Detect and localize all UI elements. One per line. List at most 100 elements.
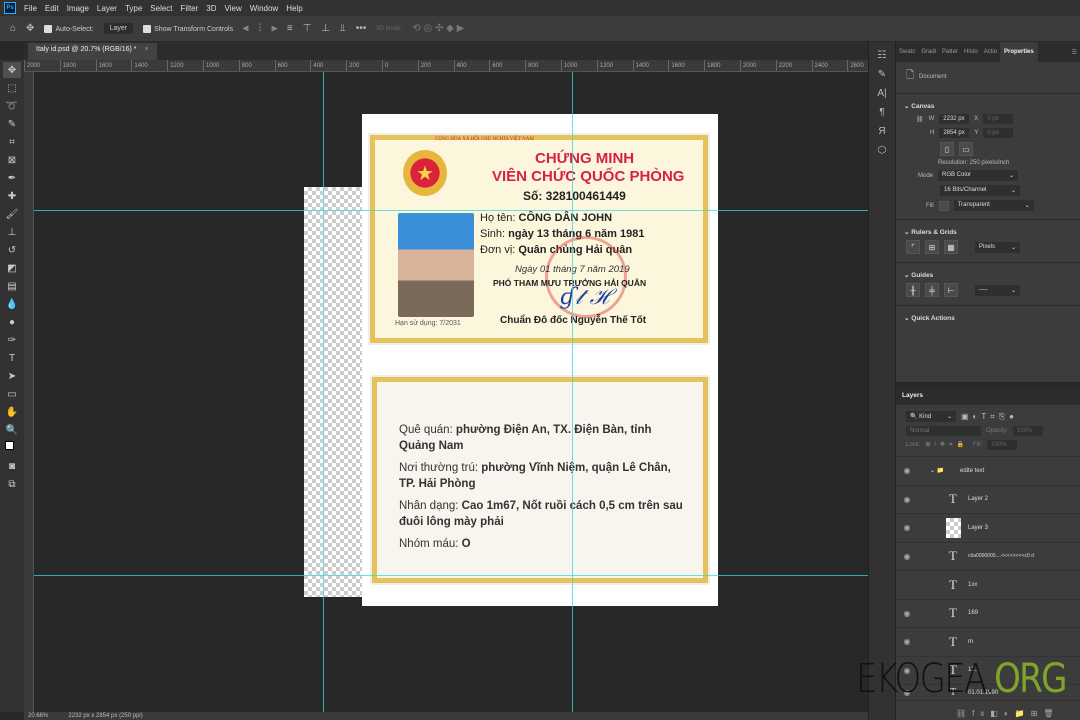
align-center-icon[interactable]: ⫶ [259,23,262,34]
layer-filter-dropdown[interactable]: 🔍 Kind ⌄ [906,411,956,422]
canvas-section-header[interactable]: ⌄ Canvas [904,102,1080,110]
menu-window[interactable]: Window [250,4,278,13]
fill-swatch[interactable] [938,200,949,211]
grid-toggle-icon[interactable]: ⊞ [925,240,939,254]
tab-history[interactable]: Histo [961,49,981,55]
menu-help[interactable]: Help [286,4,302,13]
eyedropper-tool-icon[interactable]: ✒ [3,170,21,186]
menu-3d[interactable]: 3D [206,4,216,13]
horizontal-ruler[interactable]: 2000 1800 1600 1400 1200 1000 800 600 400 200 0 200… [24,60,868,72]
tab-patterns[interactable]: Patter [939,49,961,55]
3d-icon[interactable]: ⬡ [878,145,887,156]
layer-row[interactable]: ◉ Tm [896,628,1080,657]
layer-fill-field[interactable]: 100% [987,440,1018,450]
gradient-tool-icon[interactable]: ▤ [3,278,21,294]
bit-depth-dropdown[interactable]: 16 Bits/Channel ⌄ [940,185,1020,196]
rulers-grids-header[interactable]: ⌄ Rulers & Grids [904,228,1080,236]
document-tab[interactable]: Italy id.psd @ 20.7% (RGB/16) * × [28,43,157,60]
tab-properties[interactable]: Properties [1000,42,1038,62]
dodge-tool-icon[interactable]: ● [3,314,21,330]
adjustments-icon[interactable]: ☷ [878,50,887,61]
quick-actions-header[interactable]: ⌄ Quick Actions [904,314,1080,322]
zoom-level[interactable]: 20.66% [28,712,48,720]
type-tool-icon[interactable]: T [3,350,21,366]
menu-file[interactable]: File [24,4,37,13]
height-field[interactable]: 2854 px [939,128,970,138]
units-dropdown[interactable]: Pixels ⌄ [975,241,1020,253]
layers-footer-icons[interactable]: ⛓fx◧◐📁⊞🗑 [956,709,1060,718]
landscape-orientation-icon[interactable]: ▭ [959,142,973,156]
align-right-icon[interactable]: ⫸ [271,23,277,34]
close-tab-icon[interactable]: × [144,46,148,57]
pen-tool-icon[interactable]: ✑ [3,332,21,348]
menu-view[interactable]: View [225,4,242,13]
menu-image[interactable]: Image [67,4,89,13]
guide-horizontal[interactable] [34,210,868,211]
show-transform-checkbox[interactable]: Show Transform Controls [143,24,233,33]
guide-vertical[interactable] [572,72,573,712]
guides-header[interactable]: ⌄ Guides [904,271,1080,279]
glyphs-icon[interactable]: Я [878,126,885,137]
visibility-eye-icon[interactable]: ◉ [896,637,918,646]
history-brush-icon[interactable]: ↺ [3,242,21,258]
menu-type[interactable]: Type [125,4,142,13]
visibility-eye-icon[interactable]: ◉ [896,495,918,504]
align-left-icon[interactable]: ⫷ [243,23,249,34]
paragraph-icon[interactable]: ¶ [879,107,884,118]
vertical-ruler[interactable] [24,72,34,712]
distribute-icon[interactable]: ≡ [287,23,293,34]
smart-guides-icon[interactable]: ⊢ [944,283,958,297]
quick-mask-icon[interactable]: ◙ [3,458,21,474]
filter-icons[interactable]: ▣◐T⌗⎘● [961,412,1018,422]
visibility-off-icon[interactable]: ▫ [896,580,918,589]
mode-dropdown[interactable]: RGB Color ⌄ [938,170,1019,181]
fill-dropdown[interactable]: Transparent ⌄ [953,200,1034,211]
align-bottom-icon[interactable]: ⫫ [340,23,346,34]
ruler-toggle-icon[interactable]: ⌜ [906,240,920,254]
home-icon[interactable]: ⌂ [10,23,16,34]
brush-settings-icon[interactable]: ✎ [878,69,886,80]
guide-horizontal[interactable] [34,575,868,576]
menu-filter[interactable]: Filter [181,4,199,13]
tab-swatches[interactable]: Swatc [896,49,918,55]
layer-row[interactable]: ▫ T 1xx [896,571,1080,600]
y-field[interactable]: 0 px [983,128,1014,138]
tab-gradients[interactable]: Gradi [918,49,939,55]
path-select-icon[interactable]: ➤ [3,368,21,384]
layer-row[interactable]: ◉ T Layer 2 [896,486,1080,514]
pixel-grid-icon[interactable]: ▦ [944,240,958,254]
guide-style-dropdown[interactable]: ── ⌄ [975,284,1020,296]
panel-menu-icon[interactable]: ☰ [1069,49,1080,56]
healing-brush-icon[interactable]: ✚ [3,188,21,204]
canvas-area[interactable]: CỘNG HÒA XÃ HỘI CHỦ NGHĨA VIỆT NAM ★ CHỨ… [34,72,868,712]
3d-orbit-icon[interactable]: ⟲ ◎ ✣ ◆ ▶ [412,23,464,34]
character-icon[interactable]: A| [877,88,886,99]
width-field[interactable]: 2232 px [939,114,970,124]
crop-tool-icon[interactable]: ⌗ [3,134,21,150]
screen-mode-icon[interactable]: ⧉ [3,476,21,492]
layer-row[interactable]: ◉ Tcôa0000000....<<<<<<<<c0 d [896,543,1080,571]
blend-mode-dropdown[interactable]: Normal [906,426,981,436]
lock-icons[interactable]: ⊠/✥⌗🔒 [925,441,968,449]
auto-select-checkbox[interactable]: Auto-Select: [44,24,94,33]
layer-row-group[interactable]: ◉ ⌄ 📁 edite text [896,457,1080,486]
marquee-tool-icon[interactable]: ⬚ [3,80,21,96]
tab-layers[interactable]: Layers [896,387,1080,405]
visibility-eye-icon[interactable]: ◉ [896,466,918,475]
link-icon[interactable]: ⛓ [916,116,924,123]
brush-tool-icon[interactable]: 🖌 [3,206,21,222]
auto-select-target-dropdown[interactable]: Layer [103,23,134,34]
guides-toggle-icon[interactable]: ╫ [906,283,920,297]
shape-tool-icon[interactable]: ▭ [3,386,21,402]
move-tool-icon[interactable]: ✥ [3,62,21,78]
eraser-tool-icon[interactable]: ◩ [3,260,21,276]
visibility-eye-icon[interactable]: ◉ [896,552,918,561]
quick-select-tool-icon[interactable]: ✎ [3,116,21,132]
guide-vertical[interactable] [323,72,324,712]
clone-stamp-icon[interactable]: ⊥ [3,224,21,240]
lasso-tool-icon[interactable]: ➰ [3,98,21,114]
visibility-eye-icon[interactable]: ◉ [896,609,918,618]
align-middle-icon[interactable]: ⊥ [321,23,330,34]
hand-tool-icon[interactable]: ✋ [3,404,21,420]
lock-guides-icon[interactable]: ╪ [925,283,939,297]
